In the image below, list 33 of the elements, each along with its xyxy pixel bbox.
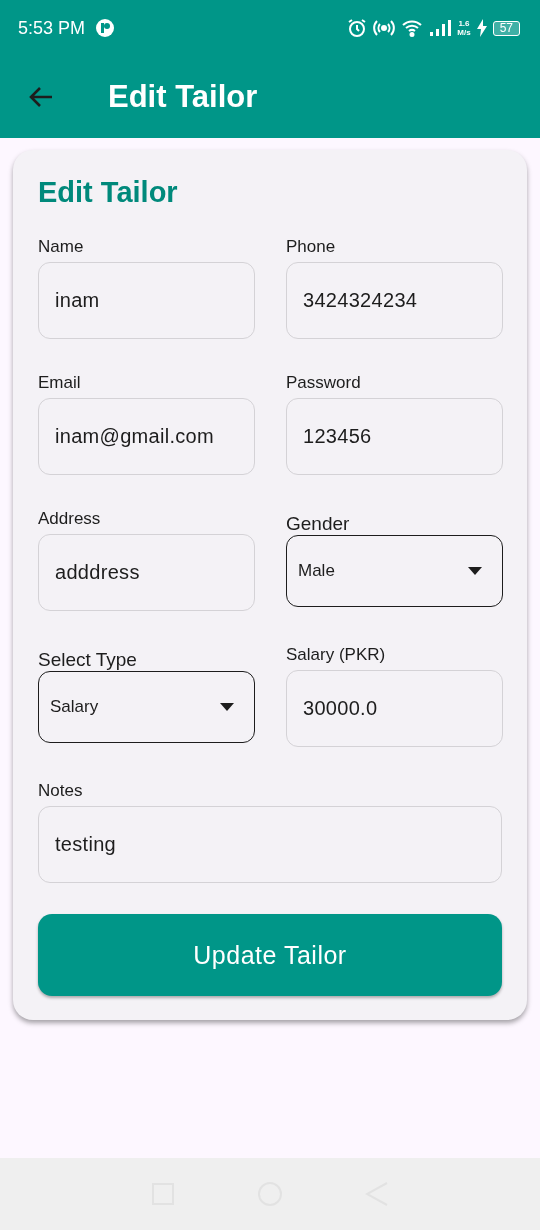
field-label: Address (38, 509, 102, 530)
field-label: Select Type (38, 649, 138, 671)
field-label: Gender (286, 513, 351, 535)
field-label: Password (286, 373, 362, 394)
status-time: 5:53 PM (18, 17, 86, 39)
dropdown-field[interactable]: Salary (38, 671, 255, 743)
caret-icon (468, 567, 482, 575)
wifi-icon (401, 19, 424, 37)
hotspot-icon (373, 18, 396, 38)
input-field[interactable]: testing (38, 806, 502, 883)
signal-icon (429, 19, 452, 37)
input-field[interactable]: inam (38, 262, 255, 339)
field-label: Notes (38, 781, 84, 802)
field-label: Email (38, 373, 82, 394)
speed-unit: M/s (457, 28, 471, 37)
page-title: Edit Tailor (108, 79, 258, 115)
field-label: Salary (PKR) (286, 645, 387, 666)
caret-icon (220, 703, 234, 711)
input-field[interactable]: 123456 (286, 398, 503, 475)
input-field[interactable]: 30000.0 (286, 670, 503, 747)
field-label: Name (38, 237, 85, 258)
dropdown-field[interactable]: Male (286, 535, 503, 607)
form-title: Edit Tailor (38, 176, 179, 209)
update-button[interactable]: Update Tailor (38, 914, 502, 996)
charging-icon (476, 19, 487, 37)
input-field[interactable]: 3424324234 (286, 262, 503, 339)
input-field[interactable]: inam@gmail.com (38, 398, 255, 475)
battery-indicator: 57 (492, 20, 520, 36)
network-speed: 1.6 (458, 19, 470, 28)
field-label: Phone (286, 237, 337, 258)
input-field[interactable]: adddress (38, 534, 255, 611)
alarm-icon (347, 18, 368, 38)
app-notification-icon (95, 18, 116, 38)
